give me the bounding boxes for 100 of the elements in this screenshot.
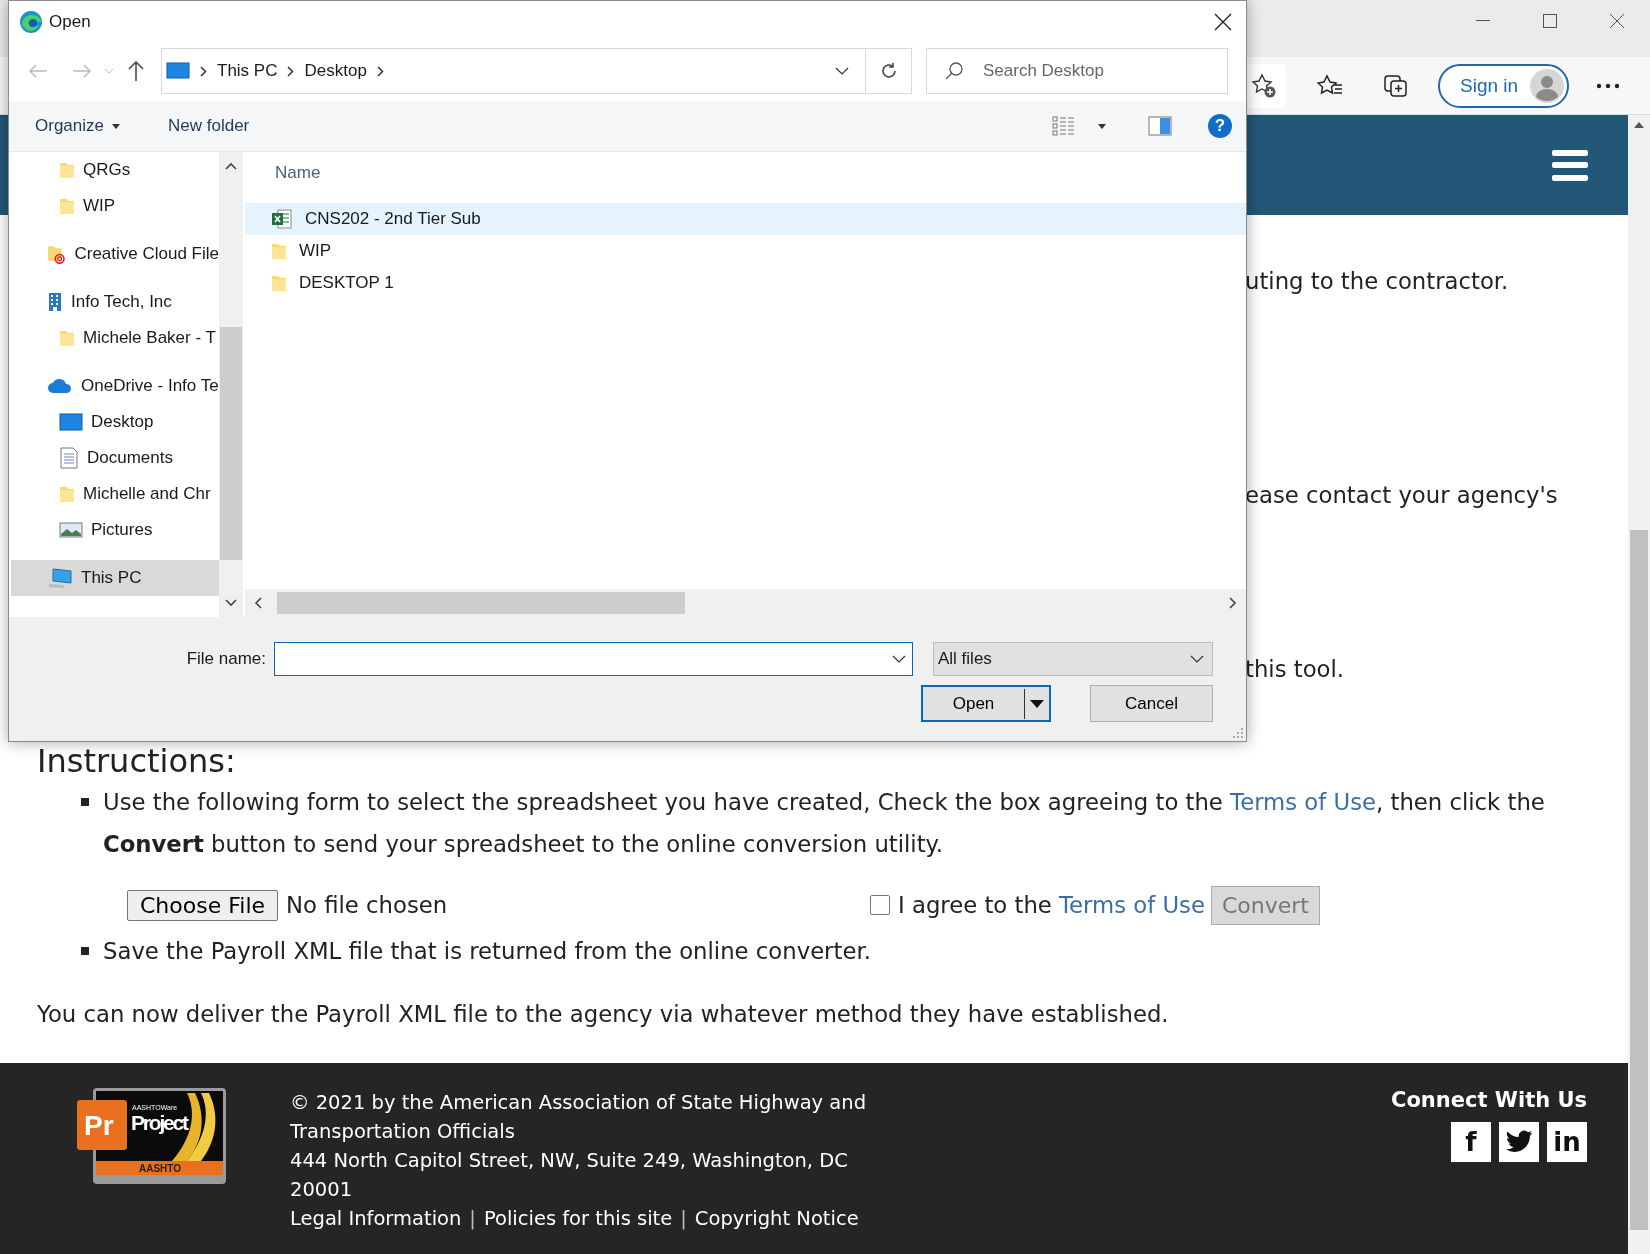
chevron-right-icon [200, 65, 207, 77]
folder-icon [59, 196, 75, 216]
search-icon [944, 61, 964, 81]
scrollbar[interactable] [219, 152, 245, 617]
folder-icon [271, 241, 287, 261]
folder-icon [47, 243, 67, 265]
nav-item[interactable]: Creative Cloud File [11, 236, 219, 272]
chevron-left-icon [254, 597, 262, 609]
address-text: 444 North Capitol Street, NW, Suite 249, Washington, DC 20001 [290, 1148, 849, 1203]
footer-link[interactable]: Copyright Notice [694, 1204, 859, 1233]
file-row[interactable]: WIP [245, 235, 1246, 267]
page-text: this tool. [1245, 655, 1346, 684]
chevron-right-icon [287, 65, 295, 77]
scrollbar-thumb[interactable] [1630, 530, 1648, 1230]
monitor-icon [166, 62, 190, 80]
nav-item[interactable]: WIP [11, 188, 219, 224]
footer-link[interactable]: Policies for this site [483, 1204, 673, 1233]
link-separator: | [680, 1206, 687, 1232]
folder-icon [59, 484, 75, 504]
breadcrumb-item[interactable]: Desktop [304, 61, 367, 81]
caret-icon [1098, 123, 1106, 129]
connect-heading: Connect With Us [1391, 1088, 1587, 1112]
choose-file-button[interactable]: Choose File [127, 889, 279, 921]
document-icon [59, 447, 79, 469]
instruction-text: Use the following form to select the spreadsheet you have created, Check the box agreeing to the Terms of Use, then click the Convert button to send your spreadsheet to the online conversion utility. [103, 788, 1546, 859]
dialog-title: Open [49, 12, 91, 32]
chevron-down-icon [104, 68, 114, 74]
file-row[interactable]: DESKTOP 1 [245, 267, 1246, 299]
nav-item[interactable]: QRGs [11, 152, 219, 188]
scrollbar[interactable] [245, 589, 1246, 617]
social-link[interactable]: f [1451, 1122, 1491, 1162]
bullet-icon [81, 798, 89, 806]
nav-item[interactable]: Michelle and Chr [11, 476, 219, 512]
terms-link[interactable]: Terms of Use [1059, 892, 1205, 918]
resize-grip-icon[interactable] [1232, 727, 1244, 739]
scrollbar-thumb[interactable] [220, 327, 242, 560]
caret-icon [1030, 699, 1044, 708]
chevron-down-icon [835, 67, 849, 75]
bullet-icon [81, 947, 89, 955]
star-plus-icon [1251, 72, 1277, 99]
sign-in-button[interactable]: Sign in [1438, 63, 1569, 108]
pictures-icon [59, 521, 83, 539]
column-header[interactable]: Name [245, 152, 365, 194]
cloud-icon [47, 378, 73, 394]
folder-icon [59, 160, 75, 180]
chevron-down-icon [1190, 655, 1204, 663]
nav-item[interactable]: Pictures [11, 512, 219, 548]
chevron-down-icon [892, 655, 906, 663]
building-icon [47, 292, 63, 312]
nav-item[interactable]: Michele Baker - T [11, 320, 219, 356]
forward-arrow-icon [72, 63, 92, 79]
file-type-dropdown[interactable]: All files [933, 642, 1213, 676]
close-icon [1214, 13, 1232, 31]
agree-checkbox[interactable] [870, 895, 890, 915]
refresh-icon [879, 62, 898, 80]
desktop-icon [59, 413, 83, 431]
menu-icon[interactable] [1552, 149, 1588, 181]
back-arrow-icon [28, 63, 48, 79]
open-button[interactable]: Open [921, 685, 1051, 722]
nav-item[interactable]: Info Tech, Inc [11, 284, 219, 320]
caret-icon [112, 123, 120, 129]
cancel-button[interactable]: Cancel [1090, 685, 1213, 722]
nav-item[interactable]: This PC [11, 560, 219, 596]
social-link[interactable]: in [1547, 1122, 1587, 1162]
nav-item[interactable]: Desktop [11, 404, 219, 440]
social-link[interactable] [1499, 1122, 1539, 1162]
closing-text: You can now deliver the Payroll XML file to the agency via whatever method they have established. [37, 1000, 1170, 1029]
breadcrumb-item[interactable]: This PC [217, 61, 278, 81]
file-status: No file chosen [286, 892, 448, 918]
chevron-right-icon [376, 65, 384, 77]
file-row[interactable]: CNS202 - 2nd Tier Sub [245, 203, 1246, 235]
nav-item[interactable]: Documents [11, 440, 219, 476]
link-separator: | [469, 1206, 476, 1232]
scrollbar-thumb[interactable] [277, 592, 685, 614]
toolbar-button[interactable]: Organize [25, 110, 130, 142]
agree-label: I agree to the Terms of Use [898, 892, 1205, 918]
bird-icon [1505, 1130, 1533, 1154]
nav-item[interactable]: OneDrive - Info Te [11, 368, 219, 404]
toolbar-button[interactable]: New folder [158, 110, 260, 142]
file-name-field[interactable] [274, 642, 913, 676]
page-text: ease contact your agency's [1245, 481, 1559, 510]
help-button[interactable]: ? [1208, 114, 1232, 138]
folder-icon [59, 328, 75, 348]
computer-icon [47, 567, 73, 589]
close-icon [1609, 14, 1624, 28]
chevron-right-icon [1229, 597, 1237, 609]
search-field[interactable]: Search Desktop [926, 48, 1228, 94]
folder-icon [271, 273, 287, 293]
terms-link[interactable]: Terms of Use [1230, 789, 1376, 815]
chevron-down-icon [225, 599, 237, 607]
footer-link[interactable]: Legal Information [290, 1204, 462, 1233]
avatar-icon [1530, 68, 1564, 103]
minimize-icon [1475, 20, 1490, 22]
chevron-up-icon [225, 162, 237, 170]
page-text: uting to the contractor. [1245, 267, 1510, 296]
section-heading: Instructions: [37, 741, 237, 781]
copyright-text: © 2021 by the American Association of State Highway and Transportation Officials [290, 1090, 867, 1145]
app-icon [19, 10, 43, 34]
up-arrow-icon [127, 60, 145, 82]
scrollbar[interactable] [1628, 115, 1650, 1254]
